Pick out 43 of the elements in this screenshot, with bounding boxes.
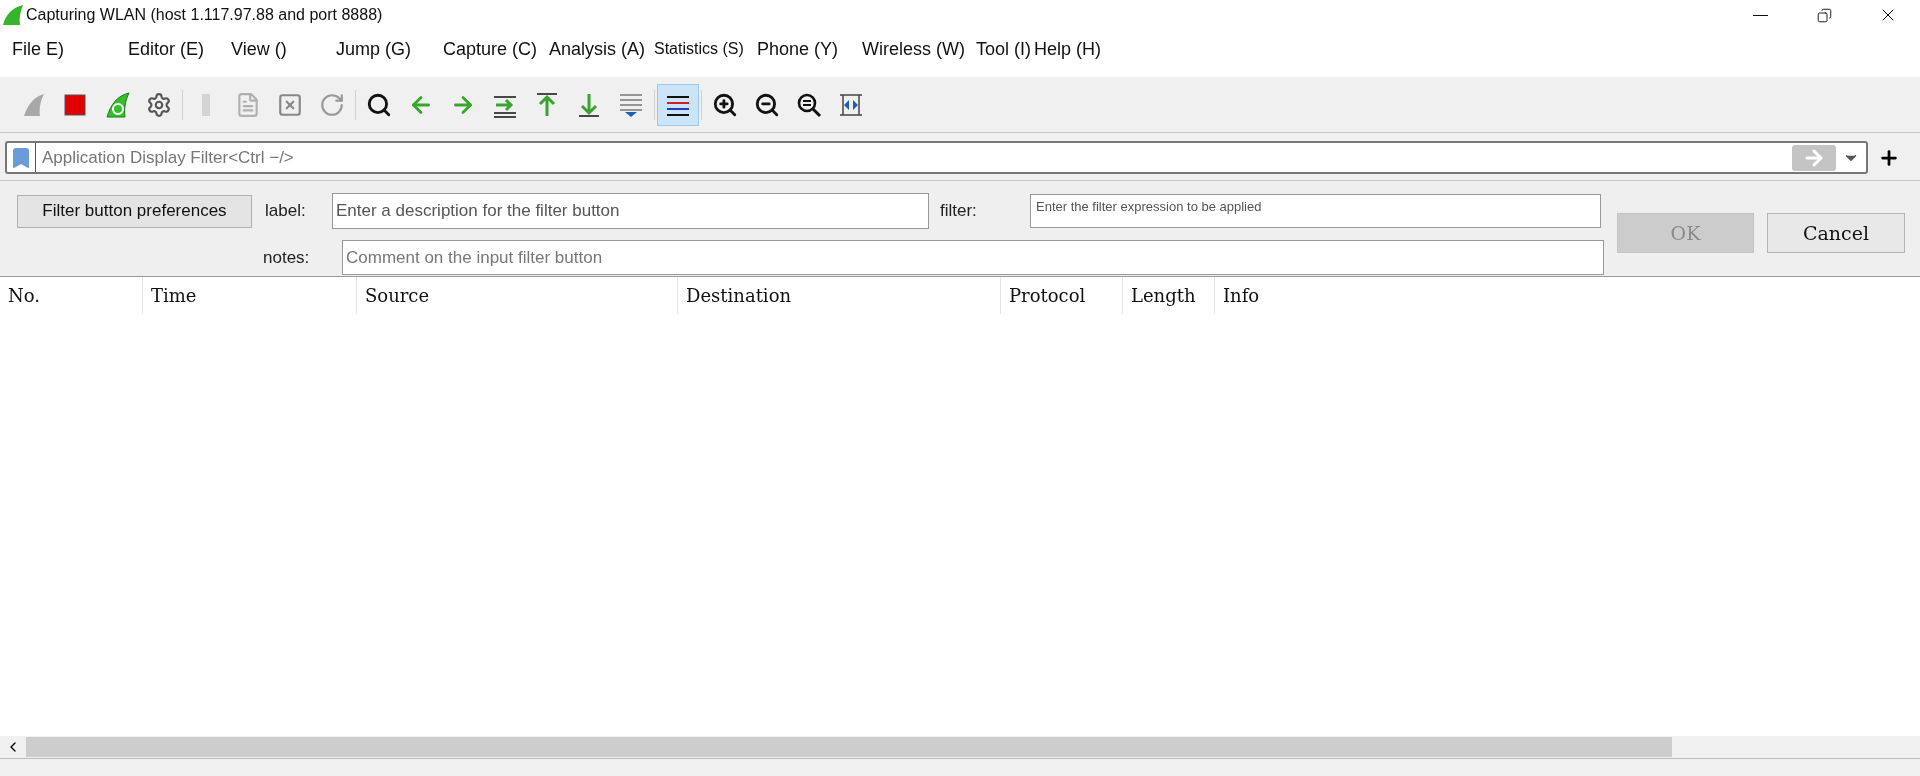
file-icon (235, 91, 261, 118)
filter-button-preferences-button[interactable]: Filter button preferences (17, 194, 252, 228)
column-header[interactable]: Info (1215, 277, 1920, 314)
display-filter-field[interactable]: Application Display Filter<Ctrl −/> (5, 141, 1868, 174)
filter-input-field[interactable]: Enter the filter expression to be applied (1030, 194, 1601, 228)
minimize-icon (1752, 14, 1768, 16)
menu-item[interactable]: Capture (C) (443, 38, 538, 59)
menu-item[interactable]: Help (H) (1034, 38, 1101, 59)
settings-icon (146, 91, 172, 118)
cancel-button[interactable]: Cancel (1767, 213, 1905, 253)
lines-triangle-icon (618, 91, 644, 118)
scrollbar-thumb[interactable] (26, 737, 1672, 757)
menu-item[interactable]: View () (231, 38, 287, 59)
label-caption: label: (265, 200, 307, 223)
menu-item[interactable]: Editor (E) (128, 38, 205, 59)
menu-item[interactable]: Jump (G) (336, 38, 411, 59)
restore-icon (1816, 7, 1832, 23)
apply-filter-button[interactable] (1792, 144, 1836, 171)
filter-caption: filter: (940, 200, 978, 223)
menu-item[interactable]: Tool (I) (976, 38, 1031, 59)
zoom-reset-icon (796, 91, 822, 118)
arrow-down-line-icon (576, 91, 602, 118)
zoom-in-icon (712, 91, 738, 118)
horizontal-scrollbar[interactable] (0, 736, 1920, 758)
app-icon (2, 4, 24, 26)
fin-restart-icon (104, 91, 130, 118)
close-file-icon (277, 91, 303, 118)
menu-item[interactable]: Statistics (S) (654, 40, 744, 57)
reload-icon (319, 91, 345, 118)
search-icon (366, 91, 392, 118)
window-title: Capturing WLAN (host 1.117.97.88 and port 8888) (26, 5, 383, 25)
menu-item[interactable]: Phone (Y) (757, 38, 839, 59)
label-input-field[interactable]: Enter a description for the filter button (332, 193, 929, 229)
menu-item[interactable]: Analysis (A) (549, 38, 646, 59)
zoom-out-icon (754, 91, 780, 118)
notes-caption: notes: (263, 246, 311, 269)
toolbar-button[interactable] (657, 83, 699, 126)
notes-input-field[interactable]: Comment on the input filter button (342, 240, 1604, 275)
menu-item[interactable]: Wireless (W) (862, 38, 965, 59)
stop-icon (62, 91, 88, 118)
resize-columns-icon (838, 91, 864, 118)
arrow-up-line-icon (534, 91, 560, 118)
menu-item[interactable]: File E) (12, 38, 64, 59)
